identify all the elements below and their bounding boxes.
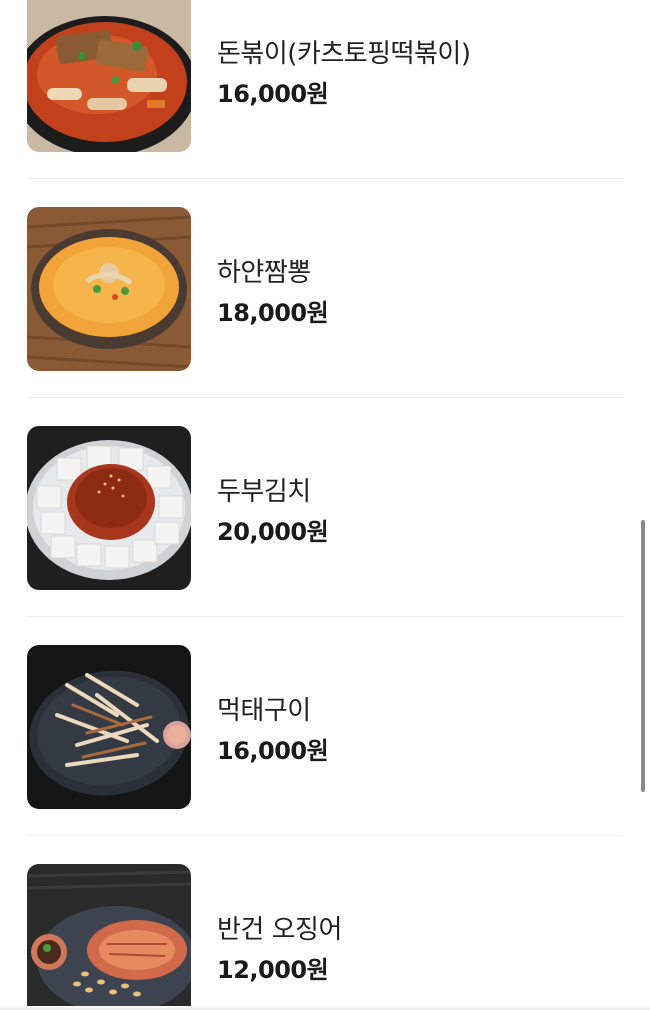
menu-item-name: 먹태구이 [217,696,311,726]
menu-item-price: 12,000원 [217,956,329,984]
menu-item-name: 돈볶이(카츠토핑떡볶이) [217,39,471,69]
menu-item-image[interactable] [27,0,191,152]
menu-item-name: 두부김치 [217,477,311,507]
menu-item-price: 18,000원 [217,299,329,327]
menu-item-price: 16,000원 [217,737,329,765]
menu-item-image[interactable] [27,864,191,1010]
menu-item-price: 16,000원 [217,80,329,108]
menu-item[interactable]: 돈볶이(카츠토핑떡볶이) 16,000원 [0,0,650,179]
menu-item-image[interactable] [27,207,191,371]
menu-list: 돈볶이(카츠토핑떡볶이) 16,000원 하얀짬뽕 18,000원 두부김치 2… [0,0,650,1010]
menu-screen: 돈볶이(카츠토핑떡볶이) 16,000원 하얀짬뽕 18,000원 두부김치 2… [0,0,650,1010]
menu-item-name: 하얀짬뽕 [217,258,311,288]
menu-item[interactable]: 하얀짬뽕 18,000원 [0,179,650,398]
scrollbar[interactable] [641,520,645,792]
menu-item-price: 20,000원 [217,518,329,546]
bottom-edge [0,1006,650,1010]
menu-item-name: 반건 오징어 [217,915,342,945]
menu-item-image[interactable] [27,645,191,809]
menu-item[interactable]: 두부김치 20,000원 [0,398,650,617]
menu-item[interactable]: 반건 오징어 12,000원 [0,836,650,1010]
menu-item-image[interactable] [27,426,191,590]
menu-item[interactable]: 먹태구이 16,000원 [0,617,650,836]
